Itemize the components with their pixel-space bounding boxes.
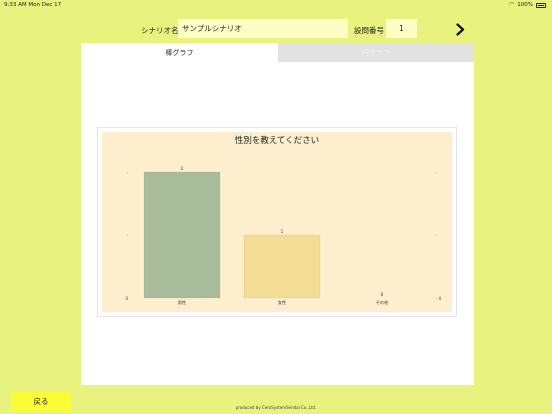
- category-label: その他: [376, 299, 389, 306]
- battery-icon: [536, 2, 546, 8]
- bar-1: [143, 171, 221, 299]
- y-tick-label-left: -: [127, 233, 129, 238]
- tab-bar-chart[interactable]: 棒グラフ: [81, 43, 278, 62]
- chart-panel: 棒グラフ 円グラフ 性別を教えてください 0- 0- - - -2 男性 1 女性 0 その他: [81, 43, 474, 385]
- category-label: 男性: [178, 299, 186, 306]
- y-tick-label-right: -: [436, 170, 438, 175]
- tab-pie-chart[interactable]: 円グラフ: [278, 43, 474, 62]
- next-question-button[interactable]: [452, 19, 468, 39]
- y-tick-label-right: -: [436, 233, 438, 238]
- bar-2: [243, 234, 321, 299]
- battery-percent: 100%: [517, 2, 533, 8]
- chevron-right-icon: [455, 22, 464, 36]
- bar-chart-plot: 0 - 0 - - - - 2 男性 1 女性 0 その他: [125, 166, 442, 306]
- status-date: Mon Dec 17: [28, 2, 62, 8]
- category-label: 女性: [278, 299, 286, 306]
- question-number-label: 設問番号: [354, 26, 384, 35]
- question-number-input[interactable]: [386, 19, 417, 38]
- footer-credit: produced by CeroSystemSendai Co.,Ltd.: [235, 405, 317, 410]
- chart-frame: 性別を教えてください 0- 0- - - -2 男性 1 女性 0 その他: [97, 127, 457, 317]
- wifi-icon: ◠: [509, 1, 515, 8]
- bar-value-label: 2: [181, 166, 184, 171]
- y-tick-label-left: -: [127, 170, 129, 175]
- status-time: 9:33 AM: [4, 2, 27, 8]
- bar-value-label: 1: [281, 229, 284, 234]
- status-bar: 9:33 AM Mon Dec 17 ◠ 100%: [0, 0, 552, 10]
- status-indicators: ◠ 100%: [509, 2, 546, 8]
- scenario-name-input[interactable]: [178, 19, 348, 38]
- y-tick-label-right: - 0: [436, 296, 442, 301]
- y-tick-label-left: 0: [125, 296, 128, 301]
- bar-value-label: 0: [381, 292, 384, 297]
- bar-chart: 性別を教えてください 0- 0- - - -2 男性 1 女性 0 その他: [102, 132, 452, 312]
- status-time-date: 9:33 AM Mon Dec 17: [4, 2, 61, 8]
- scenario-name-label: シナリオ名: [141, 26, 179, 35]
